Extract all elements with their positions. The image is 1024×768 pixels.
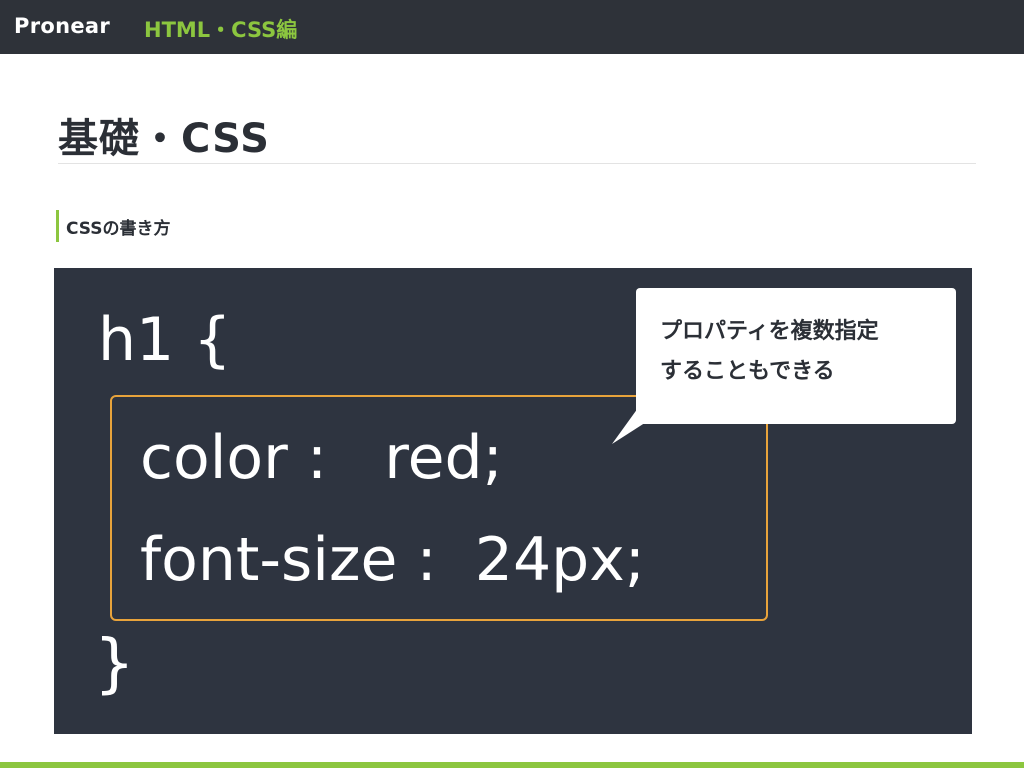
page-title: 基礎・CSS (58, 116, 270, 162)
header-bar: Pronear HTML・CSS編 (0, 0, 1024, 54)
callout-text: プロパティを複数指定 することもできる (660, 312, 950, 392)
brand-logo-text: Pronear (14, 14, 110, 38)
code-line-color-property: color : red; (140, 423, 503, 493)
course-title: HTML・CSS編 (144, 18, 298, 42)
code-line-selector: h1 { (98, 305, 232, 375)
code-line-font-size-property: font-size : 24px; (140, 525, 645, 595)
section-heading: CSSの書き方 (66, 219, 171, 239)
code-line-closing-brace: } (94, 627, 135, 701)
section-accent-bar (56, 210, 59, 242)
footer-accent-bar (0, 762, 1024, 768)
slide-page: Pronear HTML・CSS編 基礎・CSS CSSの書き方 h1 { co… (0, 0, 1024, 768)
callout-line-1: プロパティを複数指定 (660, 319, 879, 344)
callout-line-2: することもできる (660, 359, 835, 384)
title-divider (58, 163, 976, 164)
